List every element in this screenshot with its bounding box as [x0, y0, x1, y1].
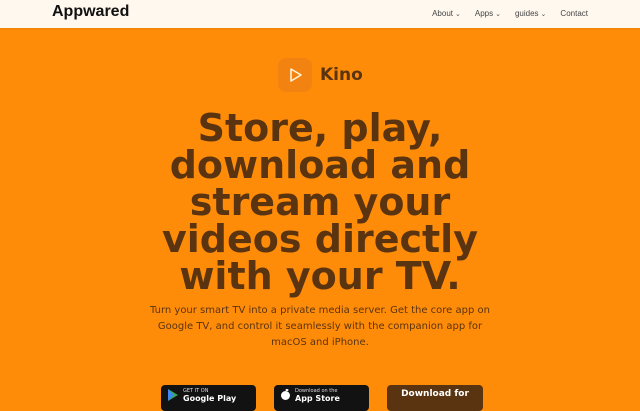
app-store-text: Download on the App Store [295, 388, 340, 403]
nav-apps-label: Apps [474, 9, 494, 18]
nav-contact-label: Contact [560, 9, 588, 18]
hero-headline: Store, play, download and stream your vi… [162, 106, 478, 298]
nav-contact[interactable]: Contact [560, 9, 588, 18]
site-header: Appwared About ⌄ Apps ⌄ guides ⌄ Contact [0, 0, 640, 28]
download-button[interactable]: Download for [387, 385, 483, 411]
app-store-button[interactable]: Download on the App Store [274, 385, 369, 411]
app-title-row: Kino [278, 58, 363, 92]
nav-about[interactable]: About ⌄ [432, 9, 461, 18]
brand-logo[interactable]: Appwared [52, 3, 129, 21]
nav-apps[interactable]: Apps ⌄ [475, 9, 501, 18]
play-icon [278, 58, 312, 92]
app-store-big: App Store [295, 394, 340, 403]
nav-guides[interactable]: guides ⌄ [515, 9, 546, 18]
nav-about-label: About [432, 9, 453, 18]
download-badges: GET IT ON Google Play Download on the Ap… [161, 385, 483, 411]
google-play-text: GET IT ON Google Play [183, 388, 236, 403]
main-nav: About ⌄ Apps ⌄ guides ⌄ Contact [432, 9, 588, 18]
chevron-down-icon: ⌄ [454, 10, 461, 18]
chevron-down-icon: ⌄ [495, 10, 501, 18]
hero-description: Turn your smart TV into a private media … [150, 305, 490, 348]
chevron-down-icon: ⌄ [540, 10, 547, 18]
apple-icon [281, 389, 290, 400]
app-name: Kino [320, 65, 363, 85]
download-label: Download for [401, 389, 469, 399]
google-play-button[interactable]: GET IT ON Google Play [161, 385, 256, 411]
google-play-big: Google Play [183, 394, 237, 403]
nav-guides-label: guides [514, 9, 539, 18]
